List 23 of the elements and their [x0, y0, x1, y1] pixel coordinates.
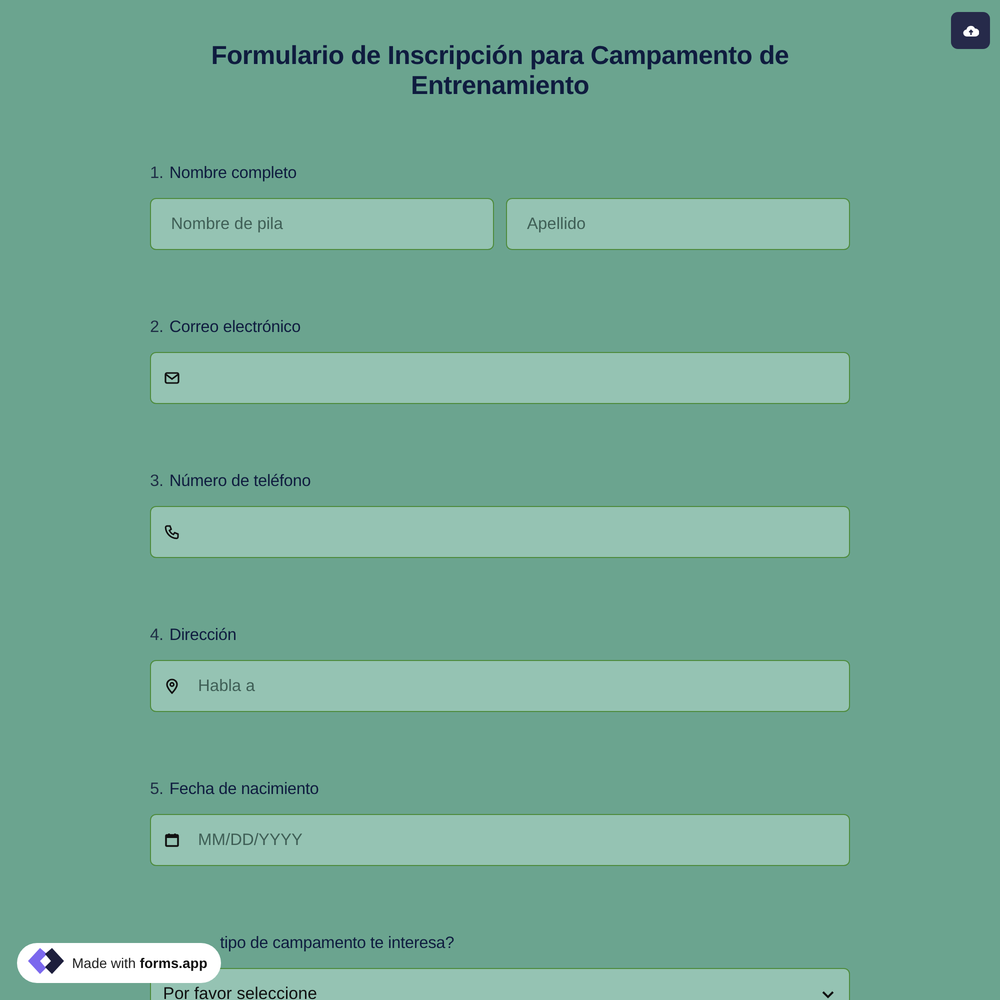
chevron-down-icon	[821, 990, 835, 998]
question-label: tipo de campamento te interesa?	[220, 933, 454, 953]
input-field[interactable]: Nombre de pila	[150, 198, 494, 250]
question-label: Dirección	[169, 625, 236, 645]
question-number: 4.	[150, 625, 164, 645]
input-field[interactable]: Habla a	[150, 660, 850, 712]
input-field[interactable]: MM/DD/YYYY	[150, 814, 850, 866]
form-title: Formulario de Inscripción para Campamento de Entrenamiento	[210, 40, 790, 100]
badge-text: Made with forms.app	[72, 955, 208, 971]
made-with-badge[interactable]: Made with forms.app	[17, 943, 222, 983]
input-field[interactable]	[150, 506, 850, 558]
question-number: 3.	[150, 471, 164, 491]
question-label: Correo electrónico	[169, 317, 301, 337]
question-label: Fecha de nacimiento	[169, 779, 319, 799]
question-label: Número de teléfono	[169, 471, 311, 491]
question-label: Nombre completo	[169, 163, 297, 183]
question-number: 5.	[150, 779, 164, 799]
question-number: 2.	[150, 317, 164, 337]
input-field[interactable]: Apellido	[506, 198, 850, 250]
upload-button[interactable]	[951, 12, 990, 49]
cloud-upload-icon	[962, 24, 978, 36]
input-field[interactable]	[150, 352, 850, 404]
question-number: 1.	[150, 163, 164, 183]
